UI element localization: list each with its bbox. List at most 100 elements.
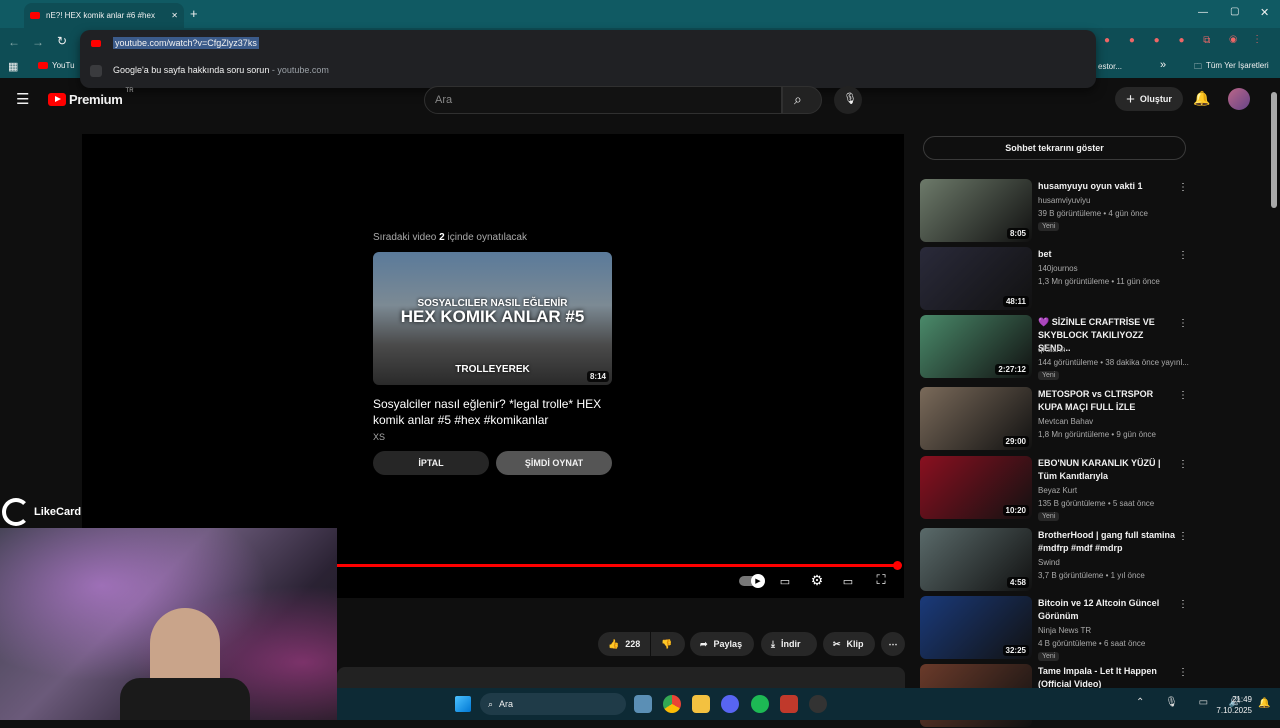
download-icon: ⤓	[771, 638, 775, 649]
theater-mode-icon[interactable]: ▭	[840, 575, 856, 588]
subtitles-icon[interactable]: ▭	[777, 575, 793, 588]
more-options-icon[interactable]: ⋮	[1178, 667, 1188, 678]
create-button[interactable]: + Oluştur	[1115, 87, 1183, 111]
start-icon[interactable]	[455, 696, 471, 712]
fullscreen-icon[interactable]: ⛶	[873, 572, 889, 587]
maximize-icon[interactable]: ▢	[1230, 6, 1239, 17]
browser-tab[interactable]: nE?! HEX komik anlar #6 #hex ✕	[24, 3, 184, 28]
extensions-area[interactable]: ● ● ● ● ⧉ ◉ ⋮	[1104, 35, 1266, 46]
search-button[interactable]: ⌕	[782, 86, 822, 114]
progress-bar[interactable]	[337, 564, 898, 567]
channel-name[interactable]: Ninja News TR	[1038, 626, 1091, 635]
channel-name[interactable]: Mevtcan Bahav	[1038, 417, 1093, 426]
download-button[interactable]: ⤓ İndir	[761, 632, 817, 656]
autoplay-toggle[interactable]: ▶	[739, 574, 765, 588]
close-tab-icon[interactable]: ✕	[171, 11, 178, 20]
bookmark-estor[interactable]: estor...	[1098, 62, 1122, 71]
video-thumbnail[interactable]: 32:25	[920, 596, 1032, 659]
video-thumbnail[interactable]: 2:27:12	[920, 315, 1032, 378]
video-thumbnail[interactable]: 29:00	[920, 387, 1032, 450]
url-field[interactable]: youtube.com/watch?v=CfgZlyz37ks	[113, 37, 259, 49]
bookmarks-overflow-icon[interactable]: »	[1160, 59, 1166, 71]
recommended-video[interactable]: 29:00 METOSPOR vs CLTRSPOR KUPA MAÇI FULL…	[920, 387, 1190, 451]
file-explorer-icon[interactable]	[692, 695, 710, 713]
next-video-title[interactable]: Sosyalciler nasıl eğlenir? *legal trolle…	[373, 396, 613, 428]
more-options-icon[interactable]: ⋮	[1178, 318, 1188, 329]
notification-center-icon[interactable]: 🔔	[1258, 698, 1270, 709]
clock[interactable]: 21:49 7.10.2025	[1216, 694, 1252, 716]
channel-name[interactable]: 140journos	[1038, 264, 1078, 273]
video-thumbnail[interactable]: 4:58	[920, 528, 1032, 591]
share-button[interactable]: ➦ Paylaş	[690, 632, 754, 656]
apps-icon[interactable]: ▦	[8, 60, 18, 73]
back-icon[interactable]: ←	[8, 35, 20, 49]
play-now-button[interactable]: ŞİMDİ OYNAT	[496, 451, 612, 475]
spotify-icon[interactable]	[751, 695, 769, 713]
voice-search-button[interactable]: 🎙	[834, 86, 862, 114]
description-box[interactable]	[337, 667, 905, 688]
share-icon: ➦	[700, 638, 708, 649]
more-options-icon[interactable]: ⋮	[1178, 459, 1188, 470]
close-window-icon[interactable]: ✕	[1260, 6, 1269, 19]
recommended-video[interactable]: 8:05 husamyuyu oyun vakti 1 husamviyuviyu 3…	[920, 179, 1190, 243]
like-button[interactable]: 👍 228	[598, 632, 650, 656]
dislike-button[interactable]: 👎	[651, 632, 685, 656]
more-options-icon[interactable]: ⋮	[1178, 531, 1188, 542]
new-badge: Yeni	[1038, 371, 1060, 380]
channel-name[interactable]: Swind	[1038, 558, 1060, 567]
channel-name[interactable]: Beyaz Kurt	[1038, 486, 1077, 495]
settings-icon[interactable]: ⚙	[809, 572, 825, 588]
video-title[interactable]: husamyuyu oyun vakti 1	[1038, 180, 1178, 193]
more-icon: ⋯	[888, 638, 898, 649]
video-title[interactable]: EBO'NUN KARANLIK YÜZÜ | Tüm Kanıtlarıyla	[1038, 457, 1178, 483]
bookmark-youtube[interactable]: YouTu	[38, 61, 75, 70]
channel-name[interactable]: qKaann	[1038, 345, 1066, 354]
more-options-icon[interactable]: ⋮	[1178, 390, 1188, 401]
recommended-video[interactable]: 4:58 BrotherHood | gang full stamina #mdf…	[920, 528, 1190, 592]
chrome-icon[interactable]	[663, 695, 681, 713]
all-bookmarks[interactable]: 🗀 Tüm Yer İşaretleri	[1194, 61, 1269, 75]
channel-name[interactable]: husamviyuviyu	[1038, 196, 1090, 205]
reload-icon[interactable]: ↻	[57, 34, 67, 48]
more-options-icon[interactable]: ⋮	[1178, 182, 1188, 193]
notifications-icon[interactable]: 🔔	[1193, 90, 1210, 107]
folder-icon: 🗀	[1194, 62, 1202, 71]
plus-icon: +	[1126, 90, 1135, 108]
omni-suggestion[interactable]: Google'a bu sayfa hakkında soru sorun - …	[113, 65, 329, 75]
cancel-autoplay-button[interactable]: İPTAL	[373, 451, 489, 475]
scrubber-handle[interactable]	[893, 561, 902, 570]
scrollbar[interactable]	[1271, 92, 1277, 208]
forward-icon[interactable]: →	[32, 35, 44, 49]
recommended-video[interactable]: 2:27:12 💜 SİZİNLE CRAFTRİSE VE SKYBLOCK T…	[920, 315, 1190, 380]
next-video-channel: XS	[373, 432, 386, 442]
recommended-video[interactable]: 10:20 EBO'NUN KARANLIK YÜZÜ | Tüm Kanıtla…	[920, 456, 1190, 521]
search-input[interactable]: Ara	[424, 86, 782, 114]
more-actions-button[interactable]: ⋯	[881, 632, 905, 656]
clip-button[interactable]: ✂ Klip	[823, 632, 875, 656]
more-options-icon[interactable]: ⋮	[1178, 599, 1188, 610]
avatar[interactable]	[1228, 88, 1250, 110]
show-chat-replay-button[interactable]: Sohbet tekrarını göster	[923, 136, 1186, 160]
video-title[interactable]: METOSPOR vs CLTRSPOR KUPA MAÇI FULL İZLE	[1038, 388, 1178, 414]
omnibox-dropdown[interactable]: youtube.com/watch?v=CfgZlyz37ks Google'a…	[80, 30, 1096, 88]
next-video-thumbnail[interactable]: SOSYALCILER NASIL EĞLENİR HEX KOMIK ANLA…	[373, 252, 612, 385]
video-thumbnail[interactable]: 8:05	[920, 179, 1032, 242]
video-title[interactable]: bet	[1038, 248, 1178, 261]
obs-icon[interactable]	[809, 695, 827, 713]
recommended-video[interactable]: 48:11 bet 140journos 1,3 Mn görüntüleme • 1…	[920, 247, 1190, 311]
video-thumbnail[interactable]: 10:20	[920, 456, 1032, 519]
discord-icon[interactable]	[721, 695, 739, 713]
video-title[interactable]: Bitcoin ve 12 Altcoin Güncel Görünüm	[1038, 597, 1178, 623]
new-tab-icon[interactable]: +	[190, 6, 198, 21]
taskbar-search[interactable]: ⌕ Ara	[480, 693, 626, 715]
video-title[interactable]: BrotherHood | gang full stamina #mdfrp #…	[1038, 529, 1178, 555]
recommended-video[interactable]: 32:25 Bitcoin ve 12 Altcoin Güncel Görünü…	[920, 596, 1190, 661]
youtube-logo[interactable]: Premium TR	[48, 88, 134, 107]
widgets-icon[interactable]	[634, 695, 652, 713]
more-options-icon[interactable]: ⋮	[1178, 250, 1188, 261]
minimize-icon[interactable]: —	[1198, 7, 1208, 18]
video-thumbnail[interactable]: 48:11	[920, 247, 1032, 310]
video-meta: 4 B görüntüleme • 6 saat önce	[1038, 639, 1146, 648]
menu-icon[interactable]: ☰	[16, 90, 29, 108]
voicemeeter-icon[interactable]	[780, 695, 798, 713]
